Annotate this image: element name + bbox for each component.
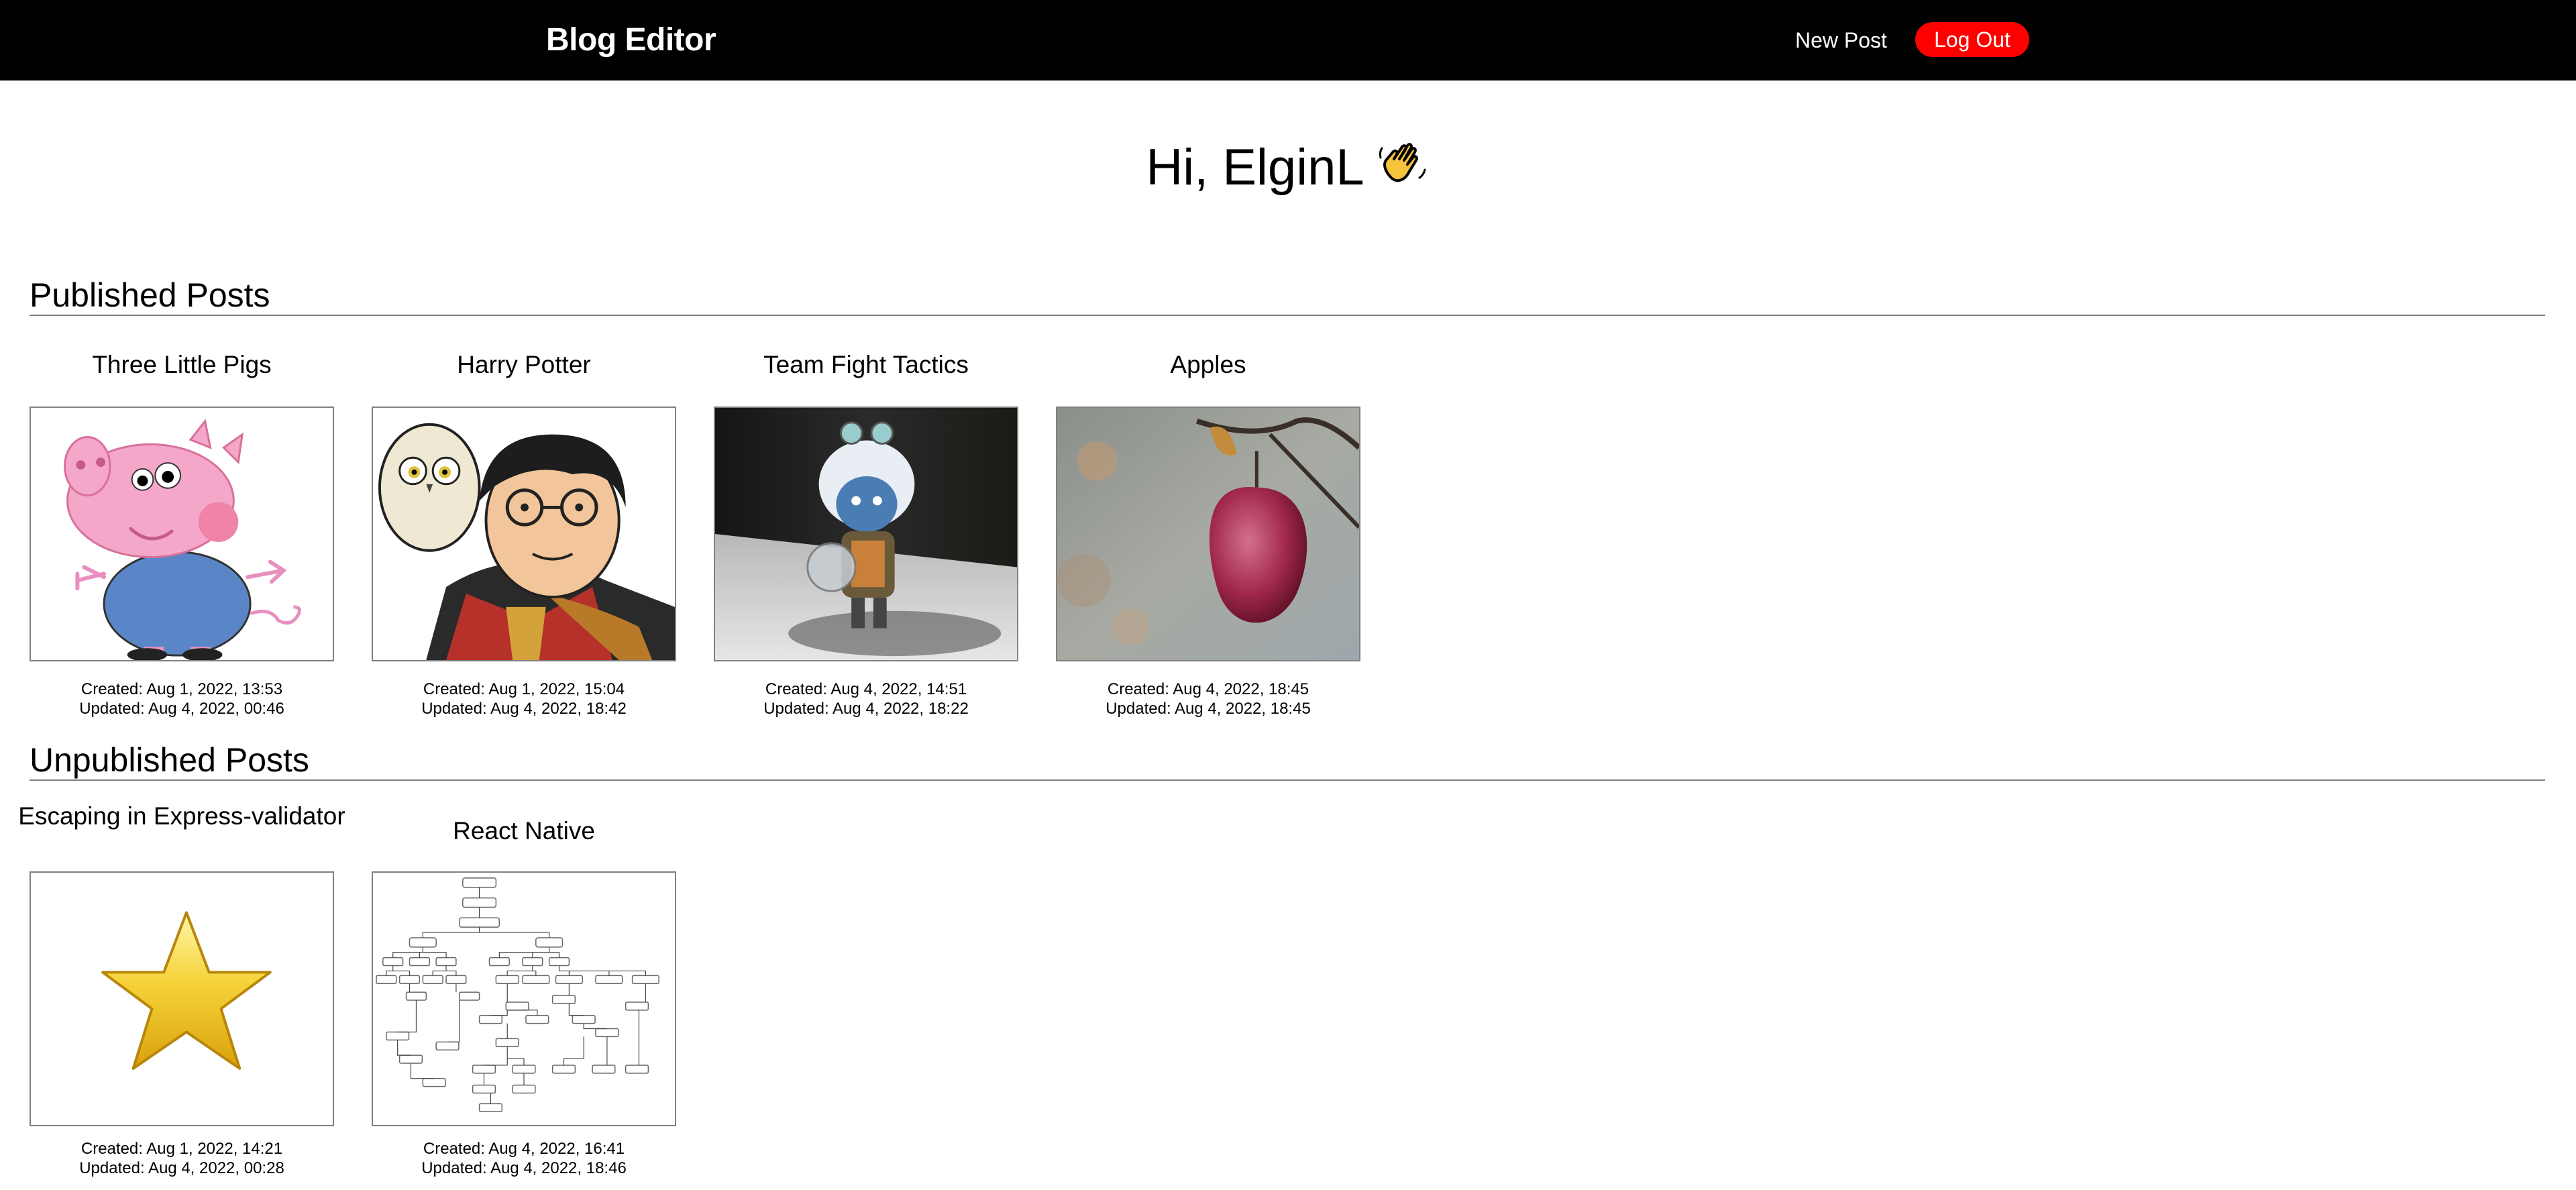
waving-hand-icon <box>1377 138 1430 191</box>
post-created-date: Created: Aug 4, 2022, 16:41 <box>423 1140 625 1158</box>
cartoon-wizard-owl-image[interactable] <box>372 407 676 661</box>
post-title[interactable]: Harry Potter <box>352 350 696 380</box>
component-tree-diagram-image[interactable] <box>372 871 676 1126</box>
post-created-date: Created: Aug 1, 2022, 13:53 <box>80 680 283 698</box>
cartoon-pig-image[interactable] <box>30 407 334 661</box>
post-created-date: Created: Aug 4, 2022, 18:45 <box>1107 680 1309 698</box>
post-title[interactable]: Three Little Pigs <box>9 350 354 380</box>
post-created-date: Created: Aug 1, 2022, 14:21 <box>80 1140 283 1158</box>
published-heading: Published Posts <box>30 276 270 314</box>
red-apple-photo-image[interactable] <box>1056 407 1360 661</box>
new-post-link[interactable]: New Post <box>1795 24 1887 56</box>
post-created-date: Created: Aug 4, 2022, 14:51 <box>765 680 967 698</box>
post-updated-date: Updated: Aug 4, 2022, 18:42 <box>421 700 627 718</box>
greeting-text: Hi, ElginL <box>1146 139 1364 196</box>
greeting-heading: Hi, ElginL <box>0 134 2576 201</box>
post-updated-date: Updated: Aug 4, 2022, 00:28 <box>79 1159 284 1177</box>
post-created-date: Created: Aug 1, 2022, 15:04 <box>423 680 625 698</box>
post-updated-date: Updated: Aug 4, 2022, 18:46 <box>421 1159 627 1177</box>
figurine-photo-image[interactable] <box>714 407 1018 661</box>
published-divider <box>30 315 2545 316</box>
gold-star-image[interactable] <box>30 871 334 1126</box>
post-title[interactable]: Team Fight Tactics <box>694 350 1038 380</box>
post-updated-date: Updated: Aug 4, 2022, 18:45 <box>1106 700 1311 718</box>
navbar: Blog Editor New Post Log Out <box>0 0 2576 80</box>
post-title[interactable]: Apples <box>1036 350 1381 380</box>
brand-title[interactable]: Blog Editor <box>546 19 716 62</box>
unpublished-heading: Unpublished Posts <box>30 741 309 779</box>
post-updated-date: Updated: Aug 4, 2022, 18:22 <box>763 700 969 718</box>
logout-button[interactable]: Log Out <box>1915 22 2029 57</box>
unpublished-divider <box>30 779 2545 781</box>
post-updated-date: Updated: Aug 4, 2022, 00:46 <box>79 700 284 718</box>
post-title[interactable]: React Native <box>352 816 696 846</box>
post-title[interactable]: Escaping in Express-validator <box>9 802 354 831</box>
